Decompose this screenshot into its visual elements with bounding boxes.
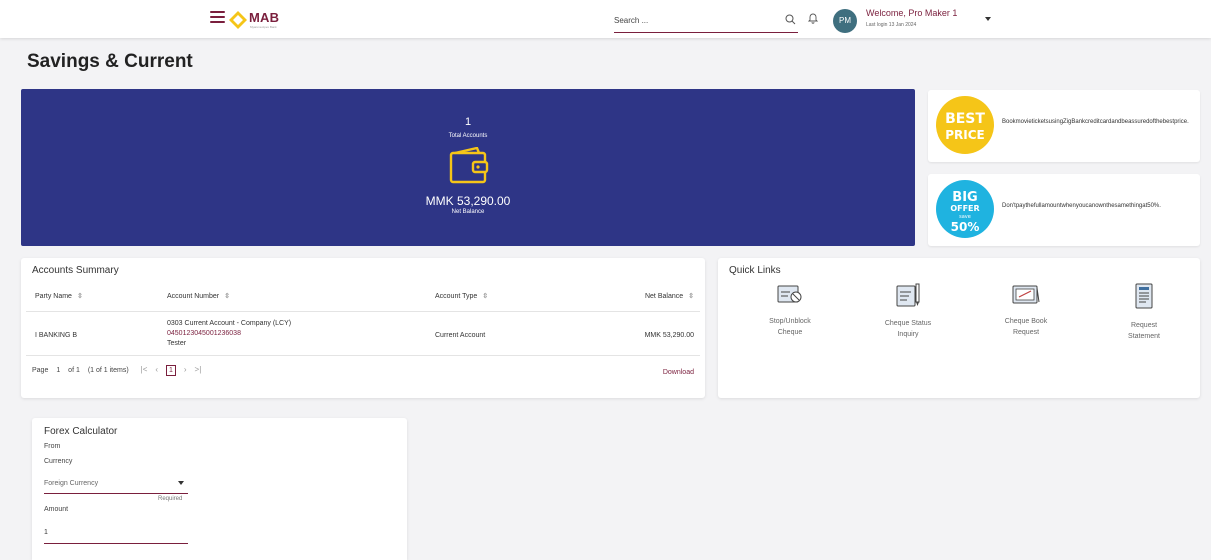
bell-icon[interactable] — [808, 12, 818, 24]
column-header-net-balance[interactable]: Net Balance ⇳ — [645, 292, 694, 300]
best-price-badge-icon: BEST PRICE — [936, 96, 994, 154]
page-title: Savings & Current — [27, 51, 193, 72]
statement-icon — [1135, 283, 1153, 309]
first-page-button[interactable]: |< — [141, 365, 148, 374]
page-number: 1 — [56, 367, 61, 374]
quick-link-label: Request — [1012, 329, 1040, 336]
chevron-down-icon — [178, 481, 184, 485]
badge-percent-text: 50% — [951, 220, 980, 234]
chevron-down-icon[interactable] — [985, 17, 991, 21]
quick-link-label: Cheque Status — [884, 320, 932, 327]
forex-calculator-title: Forex Calculator — [44, 426, 118, 437]
avatar[interactable]: PM — [833, 9, 857, 33]
search-icon[interactable] — [785, 14, 796, 25]
quick-link-label: Cheque — [777, 329, 803, 336]
quick-link-label: Statement — [1128, 333, 1160, 340]
account-nickname-cell: Tester — [167, 340, 187, 347]
quick-links-card: Quick Links Stop/Unblock Cheque Cheque St… — [718, 258, 1200, 398]
menu-icon[interactable] — [210, 11, 225, 24]
from-label: From — [44, 443, 61, 450]
sort-icon: ⇳ — [688, 293, 694, 300]
quick-link-label: Cheque Book — [1004, 318, 1048, 325]
quick-link-cheque-status-inquiry[interactable]: Cheque Status Inquiry — [858, 282, 958, 340]
promo-card-best-price[interactable]: BEST PRICE BookmovieticketsusingZigBankc… — [928, 90, 1200, 162]
total-accounts-count: 1 — [464, 116, 472, 128]
page-of-label: of 1 — [68, 367, 80, 374]
welcome-text: Welcome, Pro Maker 1 — [866, 8, 958, 18]
amount-label: Amount — [44, 506, 69, 513]
stop-cheque-icon — [777, 285, 802, 303]
column-header-account-number[interactable]: Account Number ⇳ — [167, 292, 230, 300]
badge-offer-text: OFFER — [950, 204, 979, 213]
search-box — [614, 9, 798, 33]
column-header-account-type[interactable]: Account Type ⇳ — [435, 292, 488, 300]
logo-text: MAB — [249, 10, 280, 25]
party-name-cell: I BANKING B — [35, 332, 78, 339]
cheque-book-icon — [1012, 285, 1040, 304]
badge-big-text: BIG — [952, 190, 977, 205]
last-login-text: Last login 13 Jan 2024 — [866, 22, 917, 28]
amount-input[interactable] — [44, 522, 188, 544]
next-page-button[interactable]: › — [184, 365, 187, 374]
sort-icon: ⇳ — [224, 293, 231, 300]
logo-tagline: Myanma Apex Bank — [250, 25, 277, 29]
net-balance-cell: MMK 53,290.00 — [644, 332, 694, 339]
divider — [26, 355, 700, 356]
account-type-cell: Current Account — [435, 332, 486, 339]
page-label: Page — [32, 367, 49, 374]
quick-link-cheque-book-request[interactable]: Cheque Book Request — [976, 282, 1076, 338]
net-balance-label: Net Balance — [451, 209, 485, 215]
promo-card-big-offer[interactable]: BIG OFFER save 50% Don'tpaythefullamount… — [928, 174, 1200, 246]
promo-text: Don'tpaythefullamountwhenyoucanownthesam… — [1002, 203, 1161, 209]
account-number-link[interactable]: 0450123045001236038 — [167, 330, 241, 337]
required-hint: Required — [158, 496, 183, 502]
last-page-button[interactable]: >| — [195, 365, 202, 374]
bank-logo[interactable]: MAB Myanma Apex Bank — [229, 9, 309, 33]
divider — [26, 311, 700, 312]
currency-select-value: Foreign Currency — [44, 480, 99, 487]
accounts-summary-title: Accounts Summary — [32, 265, 119, 276]
quick-links-title: Quick Links — [729, 265, 781, 276]
sort-icon: ⇳ — [76, 293, 83, 300]
cheque-status-icon — [896, 283, 920, 307]
accounts-overview-banner: 1 Total Accounts MMK 53,290.00 Net Balan… — [21, 89, 915, 246]
logo-diamond-icon — [229, 11, 247, 29]
previous-page-button[interactable]: ‹ — [155, 365, 158, 374]
column-header-party-name[interactable]: Party Name ⇳ — [35, 292, 83, 300]
sort-icon: ⇳ — [482, 293, 489, 300]
currency-select[interactable]: Foreign Currency — [44, 476, 188, 494]
quick-link-stop-unblock-cheque[interactable]: Stop/Unblock Cheque — [740, 282, 840, 338]
badge-best-text: BEST — [945, 111, 985, 127]
quick-link-label: Inquiry — [897, 331, 919, 338]
search-input[interactable] — [614, 9, 774, 31]
accounts-summary-card: Accounts Summary Party Name ⇳ Account Num… — [21, 258, 705, 398]
wallet-icon — [449, 147, 489, 184]
quick-link-label: Request — [1130, 322, 1158, 329]
big-offer-badge-icon: BIG OFFER save 50% — [936, 180, 994, 238]
badge-price-text: PRICE — [945, 128, 985, 142]
current-page-button[interactable]: 1 — [165, 365, 176, 376]
download-link[interactable]: Download — [663, 369, 694, 376]
top-bar: MAB Myanma Apex Bank PM Welcome, Pro Mak… — [0, 0, 1211, 38]
total-accounts-label: Total Accounts — [448, 133, 488, 139]
currency-label: Currency — [44, 458, 73, 465]
pagination: Page 1 of 1 (1 of 1 items) |< ‹ 1 › >| — [32, 365, 207, 376]
account-description-cell: 0303 Current Account - Company (LCY) — [167, 320, 292, 327]
forex-calculator-card: Forex Calculator From Currency Foreign C… — [32, 418, 407, 560]
promo-text: BookmovieticketsusingZigBankcreditcardan… — [1002, 119, 1189, 125]
quick-link-label: Stop/Unblock — [769, 318, 811, 325]
net-balance-value: MMK 53,290.00 — [425, 194, 511, 208]
quick-link-request-statement[interactable]: Request Statement — [1094, 282, 1194, 342]
items-count: (1 of 1 items) — [87, 367, 129, 374]
